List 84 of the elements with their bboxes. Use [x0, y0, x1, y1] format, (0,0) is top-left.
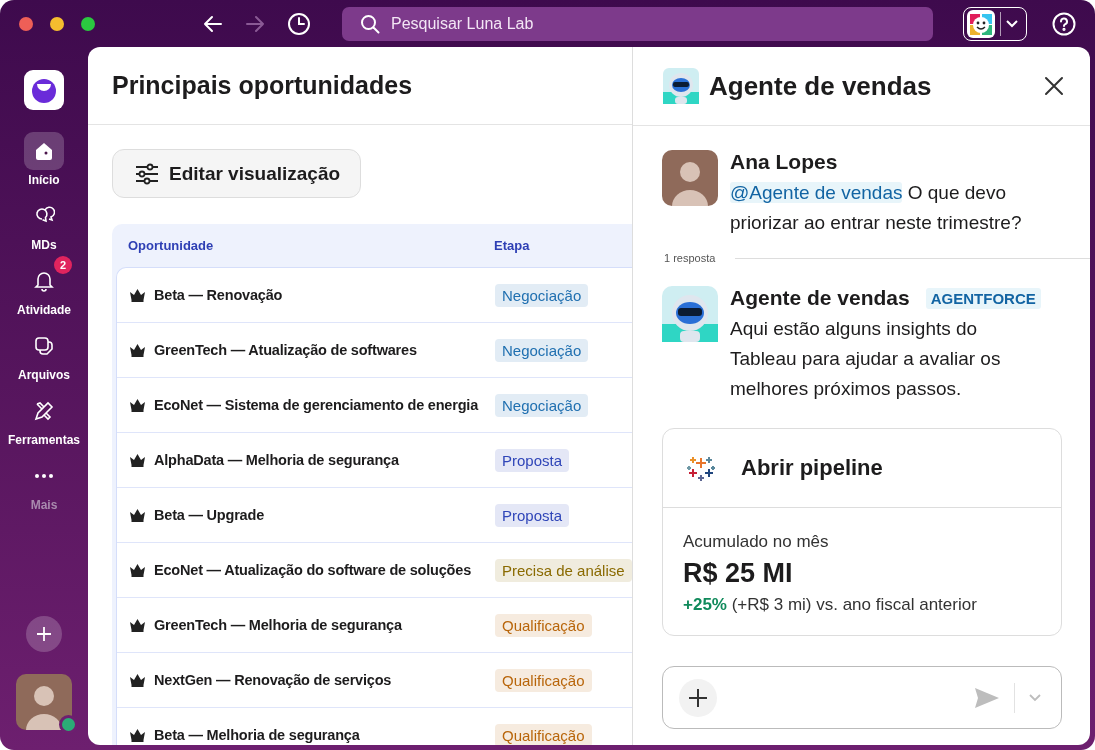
app-logo-icon[interactable]: [24, 70, 64, 110]
mention-link[interactable]: @Agente de vendas: [730, 182, 903, 203]
stage-tag: Negociação: [495, 393, 589, 417]
stage-tag: Qualificação: [495, 613, 592, 637]
crown-icon: [129, 508, 146, 522]
opportunity-name: NextGen — Renovação de serviços: [154, 672, 392, 688]
message-text: @Agente de vendas O que devo priorizar ao entrar neste trimestre?: [730, 181, 1023, 235]
user-avatar[interactable]: [16, 674, 72, 730]
crown-icon: [129, 343, 146, 357]
sidebar-item[interactable]: 2 Atividade: [2, 256, 86, 317]
column-header: Oportunidade: [127, 238, 215, 253]
sidebar-label: MDs: [31, 238, 57, 252]
agent-tag: AGENTFORCE: [925, 287, 1041, 309]
page-title: Principais oportunidades: [112, 71, 413, 100]
crown-icon: [129, 728, 146, 742]
opportunity-name: Beta — Renovação: [154, 287, 283, 303]
crown-icon: [129, 398, 146, 412]
robot-icon: [663, 68, 699, 104]
column-header: Etapa: [494, 238, 530, 253]
opportunity-name: AlphaData — Melhoria de segurança: [154, 452, 399, 468]
plus-icon: [36, 626, 52, 642]
opportunity-name: Beta — Melhoria de segurança: [154, 727, 360, 743]
sidebar-item[interactable]: Mais: [2, 451, 86, 512]
sidebar-label: Ferramentas: [7, 433, 80, 447]
home-icon: [34, 141, 54, 161]
close-icon[interactable]: [1044, 76, 1064, 96]
crown-icon: [129, 563, 146, 577]
user-avatar: [662, 150, 718, 206]
attach-button[interactable]: [679, 678, 717, 717]
sidebar-label: Mais: [30, 498, 58, 512]
stage-tag: Negociação: [495, 338, 589, 362]
robot-avatar: [662, 286, 718, 342]
author-name: Agente de vendas: [730, 286, 910, 310]
stage-tag: Proposta: [495, 448, 570, 472]
stage-tag: Qualificação: [495, 723, 592, 745]
opportunity-name: Beta — Upgrade: [154, 507, 264, 523]
reply-count[interactable]: 1 resposta: [664, 252, 716, 264]
chevron-down-icon: [1006, 19, 1018, 28]
sidebar-item[interactable]: Arquivos: [2, 321, 86, 382]
plus-icon: [688, 687, 708, 708]
opportunity-name: EcoNet — Atualização do software de soluções: [154, 562, 471, 578]
tools-icon: [33, 400, 55, 422]
crown-icon: [129, 673, 146, 687]
search-icon: [360, 13, 380, 34]
crown-icon: [129, 453, 146, 467]
message-text: Aqui estão alguns insights do Tableau para ajudar a avaliar os melhores próximos passos.: [730, 317, 1002, 401]
files-icon: [34, 336, 54, 356]
add-button[interactable]: [26, 616, 62, 652]
edit-view-button[interactable]: Editar visualização: [112, 149, 362, 198]
maximize-window-dot[interactable]: [81, 16, 95, 31]
plus-cluster-icon: [687, 454, 715, 482]
workspace-switcher[interactable]: [963, 6, 1027, 41]
sidebar-item[interactable]: Ferramentas: [2, 386, 86, 447]
workspace-logo-icon: [967, 9, 995, 38]
opportunity-name: EcoNet — Sistema de gerenciamento de energia: [154, 397, 478, 413]
sidebar-item[interactable]: MDs: [2, 191, 86, 252]
metric-value: R$ 25 MI: [683, 558, 794, 589]
notification-badge: 2: [54, 256, 72, 274]
stage-tag: Proposta: [495, 503, 570, 527]
search-field[interactable]: Pesquisar Luna Lab: [342, 6, 933, 41]
metric-label: Acumulado no mês: [683, 532, 830, 552]
back-arrow-icon[interactable]: [203, 14, 223, 33]
opportunity-name: GreenTech — Atualização de softwares: [154, 342, 417, 358]
card-title: Abrir pipeline: [741, 455, 883, 481]
bell-icon: [34, 270, 54, 292]
author-name: Ana Lopes: [730, 150, 839, 174]
metric-change: +25% (+R$ 3 mi) vs. ano fiscal anterior: [683, 595, 978, 615]
sliders-icon: [135, 162, 159, 185]
stage-tag: Precisa de análise: [495, 558, 632, 582]
opportunity-name: GreenTech — Melhoria de segurança: [154, 617, 402, 633]
sidebar-label: Atividade: [17, 303, 71, 317]
sidebar-item[interactable]: Início: [2, 126, 86, 187]
clock-icon[interactable]: [287, 11, 311, 36]
stage-tag: Negociação: [495, 283, 589, 307]
sidebar-label: Início: [28, 173, 60, 187]
more-icon: [34, 473, 54, 479]
minimize-window-dot[interactable]: [50, 16, 64, 31]
stage-tag: Qualificação: [495, 668, 592, 692]
panel-title: Agente de vendas: [709, 70, 933, 102]
sidebar-label: Arquivos: [18, 368, 70, 382]
help-icon[interactable]: [1052, 11, 1076, 36]
close-window-dot[interactable]: [19, 16, 33, 31]
crown-icon: [129, 618, 146, 632]
crown-icon: [129, 288, 146, 302]
